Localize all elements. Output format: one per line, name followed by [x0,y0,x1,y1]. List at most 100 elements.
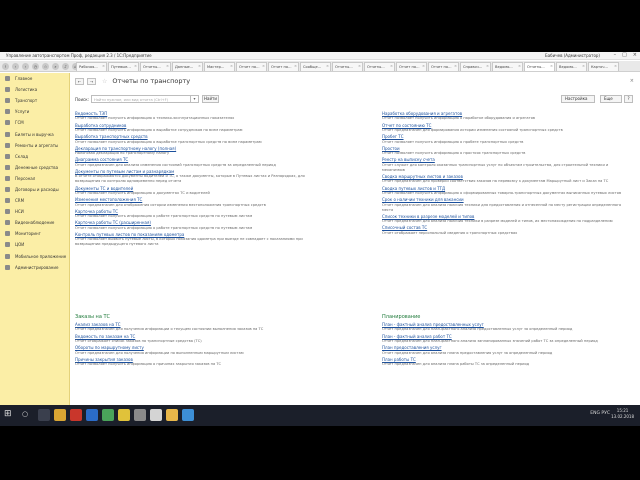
tab-close-icon[interactable]: × [358,64,361,68]
report-description: Отчет позволяет получить информацию о пр… [382,139,524,144]
sidebar-item[interactable]: Персонал [0,173,69,184]
tab-close-icon[interactable]: × [614,64,617,68]
tab-close-icon[interactable]: × [102,64,105,68]
sidebar-item[interactable]: Услуги [0,106,69,117]
tab-item[interactable]: Отчеты... × [524,62,555,71]
tray-language[interactable]: ENG РУС [590,411,610,416]
tab-item[interactable]: Отчет по... × [396,62,427,71]
star-icon[interactable]: ☆ [42,63,49,70]
tab-item[interactable]: Отчеты... × [332,62,363,71]
tab-close-icon[interactable]: × [134,64,137,68]
help-button[interactable]: ? [624,95,633,103]
close-form-icon[interactable]: × [630,78,634,84]
back-icon[interactable]: ‹ [12,63,19,70]
app-icon[interactable] [150,409,162,421]
app-icon[interactable] [118,409,130,421]
clock[interactable]: 15:21 13.02.2018 [611,408,634,420]
report-item: Сводка маршрутных листов и заказов Отчет … [382,174,622,184]
bell-icon[interactable]: ♪ [62,63,69,70]
report-item: Сводка путевых листов и ТТД Отчет позволя… [382,186,622,196]
tab-item[interactable]: Справоч... × [460,62,491,71]
tab-item[interactable]: Сообще... × [300,62,331,71]
app-icon[interactable] [182,409,194,421]
tab-item[interactable]: Мастер... × [204,62,235,71]
tab-close-icon[interactable]: × [486,64,489,68]
nav-forward-button[interactable]: → [87,77,96,85]
task-view-icon[interactable] [38,409,50,421]
tab-close-icon[interactable]: × [454,64,457,68]
tab-item[interactable]: Данные... × [172,62,203,71]
search-icon[interactable]: ⌕ [52,63,59,70]
app-icon[interactable] [166,409,178,421]
section-icon [5,175,10,181]
sidebar-item[interactable]: Главное [0,73,69,84]
report-item: Изменения местоположения ТС Отчет предназ… [75,197,315,207]
more-button[interactable]: Еще [600,95,622,103]
sidebar-item[interactable]: Видеонаблюдение [0,217,69,228]
tab-item[interactable]: Отчеты... × [140,62,171,71]
minimize-icon[interactable]: – [614,52,617,58]
tab-close-icon[interactable]: × [326,64,329,68]
maximize-icon[interactable]: □ [622,52,627,58]
tab-item[interactable]: Карточ... × [588,62,619,71]
tab-item[interactable]: Рабочая... × [76,62,107,71]
tab-close-icon[interactable]: × [390,64,393,68]
history-icon[interactable]: ◷ [32,63,39,70]
taskbar-search-icon[interactable]: ○ [22,410,28,418]
sidebar-item[interactable]: Склад [0,151,69,162]
app-icon[interactable] [134,409,146,421]
favorite-star-icon[interactable]: ☆ [102,78,107,85]
section-icon [5,98,10,104]
tab-item[interactable]: Отчет по... × [428,62,459,71]
nav-back-button[interactable]: ← [75,77,84,85]
settings-button[interactable]: Настройка [561,95,595,103]
report-description: Отчет предназначен для анализа плана пре… [382,350,553,355]
report-item: Причины закрытия заказов Отчет позволяет … [75,357,315,367]
sidebar-item[interactable]: ГСМ [0,117,69,128]
sidebar-item[interactable]: Билеты и выручка [0,128,69,139]
tab-close-icon[interactable]: × [198,64,201,68]
sidebar-item[interactable]: Логистика [0,84,69,95]
sidebar-item[interactable]: Ремонты и агрегаты [0,140,69,151]
sidebar-item[interactable]: Денежные средства [0,162,69,173]
tab-label: Ведомо... [559,65,577,69]
sidebar-item[interactable]: НСИ [0,206,69,217]
sidebar-item[interactable]: CRM [0,195,69,206]
find-button[interactable]: Найти [202,95,219,103]
sidebar: Главное Логистика Транспорт Услуги ГСМ Билеты… [0,73,70,426]
tab-item[interactable]: Отчеты... × [364,62,395,71]
sidebar-item[interactable]: Администрирование [0,262,69,273]
sidebar-item[interactable]: Договоры и расходы [0,184,69,195]
tab-item[interactable]: Отчет по... × [236,62,267,71]
tab-close-icon[interactable]: × [294,64,297,68]
mail-icon[interactable] [86,409,98,421]
explorer-icon[interactable] [54,409,66,421]
sidebar-item[interactable]: Мониторинг [0,228,69,239]
forward-icon[interactable]: › [22,63,29,70]
search-input[interactable]: Найти нужное, или вид отчета (Ctrl+F) [91,95,191,103]
tab-item[interactable]: Отчет по... × [268,62,299,71]
app-icon[interactable] [102,409,114,421]
browser-icon[interactable] [70,409,82,421]
search-dropdown-icon[interactable]: ▾ [190,95,199,103]
windows-start-icon[interactable]: ⊞ [4,409,12,419]
tab-item[interactable]: Ведомо... × [492,62,523,71]
tab-close-icon[interactable]: × [582,64,585,68]
tab-close-icon[interactable]: × [230,64,233,68]
tab-close-icon[interactable]: × [262,64,265,68]
tab-close-icon[interactable]: × [550,64,553,68]
current-user[interactable]: Бабичев (Администратор) [545,53,600,58]
tab-item[interactable]: Ведомо... × [556,62,587,71]
close-window-icon[interactable]: × [633,52,637,58]
tab-close-icon[interactable]: × [422,64,425,68]
sidebar-item-label: Администрирование [15,264,59,270]
tab-item[interactable]: Путевые... × [108,62,139,71]
grid-icon[interactable]: ⁞ [2,63,9,70]
sidebar-item[interactable]: ЦОИ [0,239,69,250]
report-description: Отчет предназначен для план-фактного ана… [382,339,598,343]
tab-close-icon[interactable]: × [166,64,169,68]
sidebar-item[interactable]: Транспорт [0,95,69,106]
report-description: Отчет позволяет получить информацию о те… [75,116,235,121]
tab-close-icon[interactable]: × [518,64,521,68]
sidebar-item[interactable]: Мобильное приложение [0,251,69,262]
